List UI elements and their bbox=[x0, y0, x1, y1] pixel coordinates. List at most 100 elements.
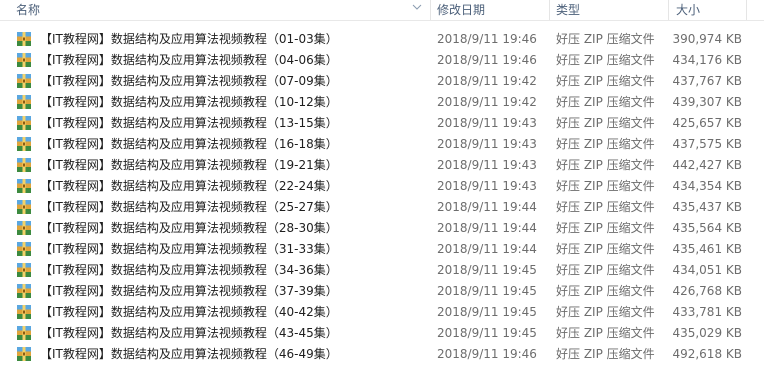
file-list-view: 名称 修改日期 类型 大小 【IT教程网】数据结构及应用算法视频教程（01-03… bbox=[0, 0, 764, 380]
file-type: 好压 ZIP 压缩文件 bbox=[556, 221, 655, 235]
file-size: 435,437 KB bbox=[672, 200, 742, 214]
file-size: 434,176 KB bbox=[672, 53, 742, 67]
zip-archive-icon bbox=[17, 305, 31, 319]
sort-ascending-chevron-icon bbox=[412, 4, 422, 10]
file-size: 437,767 KB bbox=[672, 74, 742, 88]
zip-archive-icon bbox=[17, 158, 31, 172]
zip-archive-icon bbox=[17, 74, 31, 88]
file-row[interactable]: 【IT教程网】数据结构及应用算法视频教程（01-03集） 2018/9/11 1… bbox=[0, 29, 764, 50]
column-header-modified[interactable]: 修改日期 bbox=[437, 0, 485, 20]
file-modified-date: 2018/9/11 19:44 bbox=[437, 200, 537, 214]
file-size: 390,974 KB bbox=[672, 32, 742, 46]
file-size: 492,618 KB bbox=[672, 347, 742, 361]
file-name: 【IT教程网】数据结构及应用算法视频教程（31-33集） bbox=[40, 242, 338, 256]
zip-archive-icon bbox=[17, 116, 31, 130]
file-modified-date: 2018/9/11 19:45 bbox=[437, 284, 537, 298]
column-separator[interactable] bbox=[746, 0, 747, 20]
file-type: 好压 ZIP 压缩文件 bbox=[556, 158, 655, 172]
file-name: 【IT教程网】数据结构及应用算法视频教程（10-12集） bbox=[40, 95, 338, 109]
file-name: 【IT教程网】数据结构及应用算法视频教程（37-39集） bbox=[40, 284, 338, 298]
file-type: 好压 ZIP 压缩文件 bbox=[556, 53, 655, 67]
file-type: 好压 ZIP 压缩文件 bbox=[556, 116, 655, 130]
column-header-type[interactable]: 类型 bbox=[556, 0, 580, 20]
zip-archive-icon bbox=[17, 263, 31, 277]
file-row[interactable]: 【IT教程网】数据结构及应用算法视频教程（16-18集） 2018/9/11 1… bbox=[0, 134, 764, 155]
file-size: 439,307 KB bbox=[672, 95, 742, 109]
file-row[interactable]: 【IT教程网】数据结构及应用算法视频教程（07-09集） 2018/9/11 1… bbox=[0, 71, 764, 92]
file-modified-date: 2018/9/11 19:45 bbox=[437, 263, 537, 277]
file-name: 【IT教程网】数据结构及应用算法视频教程（07-09集） bbox=[40, 74, 338, 88]
file-size: 434,354 KB bbox=[672, 179, 742, 193]
file-row[interactable]: 【IT教程网】数据结构及应用算法视频教程（28-30集） 2018/9/11 1… bbox=[0, 218, 764, 239]
file-row[interactable]: 【IT教程网】数据结构及应用算法视频教程（40-42集） 2018/9/11 1… bbox=[0, 302, 764, 323]
file-size: 442,427 KB bbox=[672, 158, 742, 172]
file-name: 【IT教程网】数据结构及应用算法视频教程（04-06集） bbox=[40, 53, 338, 67]
file-type: 好压 ZIP 压缩文件 bbox=[556, 74, 655, 88]
file-size: 433,781 KB bbox=[672, 305, 742, 319]
file-rows: 【IT教程网】数据结构及应用算法视频教程（01-03集） 2018/9/11 1… bbox=[0, 29, 764, 365]
file-modified-date: 2018/9/11 19:43 bbox=[437, 137, 537, 151]
zip-archive-icon bbox=[17, 95, 31, 109]
file-name: 【IT教程网】数据结构及应用算法视频教程（01-03集） bbox=[40, 32, 338, 46]
file-row[interactable]: 【IT教程网】数据结构及应用算法视频教程（34-36集） 2018/9/11 1… bbox=[0, 260, 764, 281]
file-type: 好压 ZIP 压缩文件 bbox=[556, 32, 655, 46]
file-size: 435,564 KB bbox=[672, 221, 742, 235]
file-row[interactable]: 【IT教程网】数据结构及应用算法视频教程（37-39集） 2018/9/11 1… bbox=[0, 281, 764, 302]
file-name: 【IT教程网】数据结构及应用算法视频教程（19-21集） bbox=[40, 158, 338, 172]
file-name: 【IT教程网】数据结构及应用算法视频教程（34-36集） bbox=[40, 263, 338, 277]
file-row[interactable]: 【IT教程网】数据结构及应用算法视频教程（04-06集） 2018/9/11 1… bbox=[0, 50, 764, 71]
zip-archive-icon bbox=[17, 221, 31, 235]
file-name: 【IT教程网】数据结构及应用算法视频教程（43-45集） bbox=[40, 326, 338, 340]
file-name: 【IT教程网】数据结构及应用算法视频教程（25-27集） bbox=[40, 200, 338, 214]
zip-archive-icon bbox=[17, 326, 31, 340]
file-size: 426,768 KB bbox=[672, 284, 742, 298]
file-row[interactable]: 【IT教程网】数据结构及应用算法视频教程（43-45集） 2018/9/11 1… bbox=[0, 323, 764, 344]
file-size: 435,029 KB bbox=[672, 326, 742, 340]
file-row[interactable]: 【IT教程网】数据结构及应用算法视频教程（19-21集） 2018/9/11 1… bbox=[0, 155, 764, 176]
column-header-size[interactable]: 大小 bbox=[676, 0, 700, 20]
file-type: 好压 ZIP 压缩文件 bbox=[556, 284, 655, 298]
zip-archive-icon bbox=[17, 32, 31, 46]
file-modified-date: 2018/9/11 19:42 bbox=[437, 74, 537, 88]
file-name: 【IT教程网】数据结构及应用算法视频教程（13-15集） bbox=[40, 116, 338, 130]
file-name: 【IT教程网】数据结构及应用算法视频教程（46-49集） bbox=[40, 347, 338, 361]
file-type: 好压 ZIP 压缩文件 bbox=[556, 242, 655, 256]
file-modified-date: 2018/9/11 19:43 bbox=[437, 179, 537, 193]
file-size: 425,657 KB bbox=[672, 116, 742, 130]
file-modified-date: 2018/9/11 19:45 bbox=[437, 326, 537, 340]
file-row[interactable]: 【IT教程网】数据结构及应用算法视频教程（10-12集） 2018/9/11 1… bbox=[0, 92, 764, 113]
file-type: 好压 ZIP 压缩文件 bbox=[556, 347, 655, 361]
file-name: 【IT教程网】数据结构及应用算法视频教程（28-30集） bbox=[40, 221, 338, 235]
column-header-name[interactable]: 名称 bbox=[16, 0, 40, 20]
file-type: 好压 ZIP 压缩文件 bbox=[556, 263, 655, 277]
file-name: 【IT教程网】数据结构及应用算法视频教程（22-24集） bbox=[40, 179, 338, 193]
zip-archive-icon bbox=[17, 53, 31, 67]
zip-archive-icon bbox=[17, 137, 31, 151]
file-row[interactable]: 【IT教程网】数据结构及应用算法视频教程（31-33集） 2018/9/11 1… bbox=[0, 239, 764, 260]
file-modified-date: 2018/9/11 19:46 bbox=[437, 53, 537, 67]
file-modified-date: 2018/9/11 19:45 bbox=[437, 305, 537, 319]
file-modified-date: 2018/9/11 19:43 bbox=[437, 158, 537, 172]
file-modified-date: 2018/9/11 19:42 bbox=[437, 95, 537, 109]
file-name: 【IT教程网】数据结构及应用算法视频教程（16-18集） bbox=[40, 137, 338, 151]
file-size: 437,575 KB bbox=[672, 137, 742, 151]
file-row[interactable]: 【IT教程网】数据结构及应用算法视频教程（13-15集） 2018/9/11 1… bbox=[0, 113, 764, 134]
file-type: 好压 ZIP 压缩文件 bbox=[556, 326, 655, 340]
file-type: 好压 ZIP 压缩文件 bbox=[556, 95, 655, 109]
file-modified-date: 2018/9/11 19:46 bbox=[437, 347, 537, 361]
zip-archive-icon bbox=[17, 347, 31, 361]
file-row[interactable]: 【IT教程网】数据结构及应用算法视频教程（46-49集） 2018/9/11 1… bbox=[0, 344, 764, 365]
column-separator[interactable] bbox=[430, 0, 431, 20]
file-size: 435,461 KB bbox=[672, 242, 742, 256]
file-row[interactable]: 【IT教程网】数据结构及应用算法视频教程（25-27集） 2018/9/11 1… bbox=[0, 197, 764, 218]
column-separator[interactable] bbox=[668, 0, 669, 20]
file-type: 好压 ZIP 压缩文件 bbox=[556, 200, 655, 214]
column-separator[interactable] bbox=[549, 0, 550, 20]
file-row[interactable]: 【IT教程网】数据结构及应用算法视频教程（22-24集） 2018/9/11 1… bbox=[0, 176, 764, 197]
file-modified-date: 2018/9/11 19:44 bbox=[437, 242, 537, 256]
file-modified-date: 2018/9/11 19:46 bbox=[437, 32, 537, 46]
file-type: 好压 ZIP 压缩文件 bbox=[556, 179, 655, 193]
file-modified-date: 2018/9/11 19:43 bbox=[437, 116, 537, 130]
file-size: 434,051 KB bbox=[672, 263, 742, 277]
file-modified-date: 2018/9/11 19:44 bbox=[437, 221, 537, 235]
